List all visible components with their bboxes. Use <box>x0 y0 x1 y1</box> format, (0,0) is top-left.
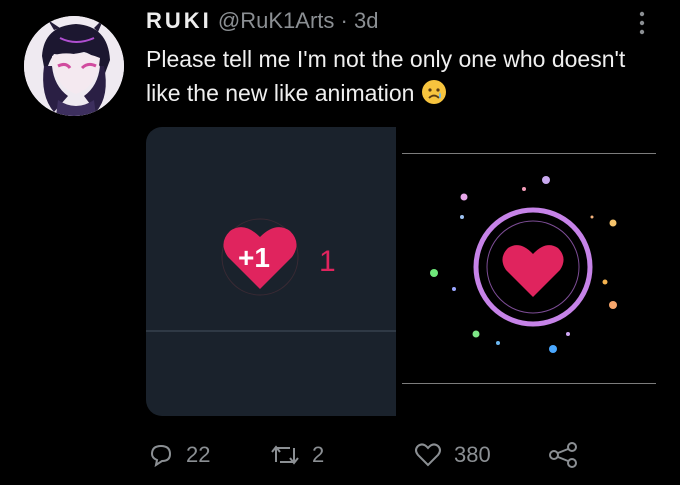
reply-count: 22 <box>186 442 211 467</box>
retweet-button[interactable]: 2 <box>270 430 324 480</box>
retweet-count: 2 <box>312 442 325 467</box>
timestamp[interactable]: 3d <box>354 8 378 33</box>
sad-face-emoji-icon <box>421 80 446 104</box>
share-icon <box>549 442 577 468</box>
retweet-icon <box>271 445 299 465</box>
reply-button[interactable]: 22 <box>148 430 210 480</box>
like-icon <box>415 443 441 467</box>
display-name[interactable]: RUKI <box>146 8 212 33</box>
divider-line <box>146 330 396 332</box>
separator-dot: · <box>340 8 348 33</box>
tweet-header: RUKI @RuK1Arts · 3d <box>146 8 378 34</box>
divider-line-bottom <box>402 383 656 384</box>
tweet-actions: 22 2 380 <box>0 430 680 480</box>
plus-one-label: +1 <box>238 242 270 273</box>
avatar[interactable] <box>24 16 124 116</box>
media-image-left[interactable]: +1 1 <box>146 127 396 416</box>
like-button[interactable]: 380 <box>414 430 491 480</box>
share-button[interactable] <box>548 430 590 480</box>
media-image-right[interactable] <box>400 127 660 416</box>
avatar-image <box>24 16 124 116</box>
like-burst-animation <box>430 176 617 353</box>
tweet-text: Please tell me I'm not the only one who … <box>146 42 656 110</box>
like-count: 380 <box>454 442 491 467</box>
like-count-animated: 1 <box>319 245 336 278</box>
more-vertical-icon[interactable] <box>634 10 650 40</box>
user-handle[interactable]: @RuK1Arts <box>218 8 334 33</box>
tweet-body: Please tell me I'm not the only one who … <box>146 46 626 106</box>
reply-icon <box>150 444 172 468</box>
